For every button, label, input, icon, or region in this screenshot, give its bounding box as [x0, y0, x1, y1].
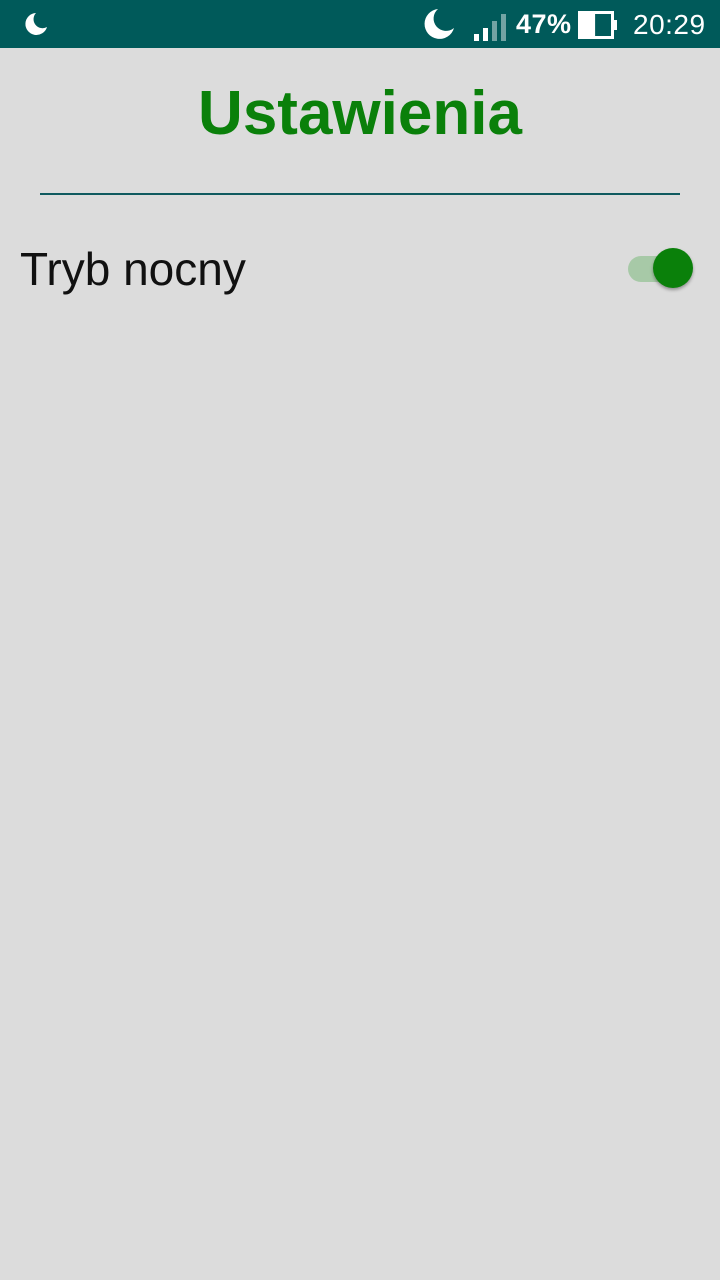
title-divider [40, 193, 680, 195]
battery-icon [578, 11, 617, 39]
cellular-signal-icon [474, 14, 506, 41]
do-not-disturb-moon-icon [424, 9, 454, 39]
moon-icon [25, 13, 47, 35]
page-title: Ustawienia [198, 79, 522, 148]
night-mode-toggle[interactable] [626, 248, 696, 290]
toggle-thumb [653, 248, 693, 288]
status-time: 20:29 [633, 9, 706, 40]
battery-percentage: 47% [516, 9, 572, 39]
setting-row-night-mode: Tryb nocny [0, 230, 720, 310]
night-mode-label: Tryb nocny [20, 243, 246, 295]
status-bar: 47% 20:29 [0, 0, 720, 48]
